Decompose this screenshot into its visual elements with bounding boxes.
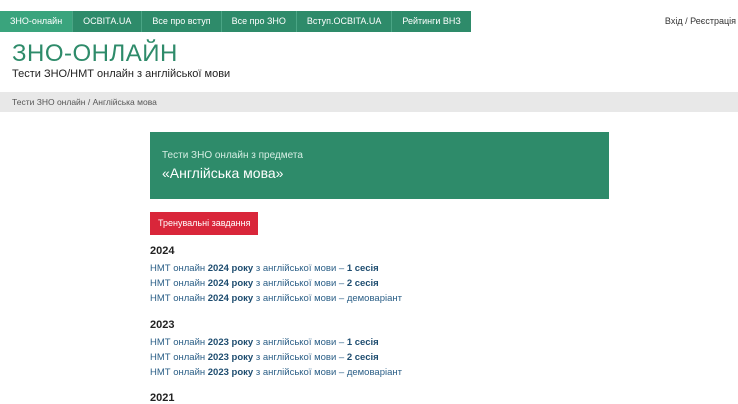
nav-item-vstup-osvita[interactable]: Вступ.OCBITA.UA [295, 11, 391, 32]
card-subject: «Англійська мова» [162, 165, 284, 181]
register-link[interactable]: Реєстрація [690, 16, 736, 26]
login-link[interactable]: Вхід [665, 16, 683, 26]
site-subtitle: Тести ЗНО/НМТ онлайн з англійської мови [12, 68, 231, 80]
subject-card: Тести ЗНО онлайн з предмета «Англійська … [150, 132, 609, 199]
nav-item-all-about-admission[interactable]: Все про вступ [141, 11, 220, 32]
breadcrumb: Тести ЗНО онлайн / Англійська мова [0, 92, 738, 112]
test-link-2024-demo[interactable]: НМТ онлайн 2024 року з англійської мови … [150, 291, 402, 306]
year-heading: 2021 [150, 392, 175, 404]
test-link-2024-session-1[interactable]: НМТ онлайн 2024 року з англійської мови … [150, 261, 402, 276]
training-tasks-button[interactable]: Тренувальні завдання [150, 212, 259, 235]
nav-item-osvita[interactable]: ОСВІТА.UA [72, 11, 141, 32]
test-link-2023-session-1[interactable]: НМТ онлайн 2023 року з англійської мови … [150, 335, 402, 350]
site-title[interactable]: ЗНО-ОНЛАЙН [12, 40, 178, 68]
year-section-2024: 2024 НМТ онлайн 2024 року з англійської … [150, 243, 402, 306]
test-link-2023-session-2[interactable]: НМТ онлайн 2023 року з англійської мови … [150, 350, 402, 365]
year-section-2023: 2023 НМТ онлайн 2023 року з англійської … [150, 317, 402, 380]
nav-item-zno-online[interactable]: ЗНО-онлайн [0, 11, 73, 32]
nav-item-university-ratings[interactable]: Рейтинги ВНЗ [391, 11, 471, 32]
year-heading: 2023 [150, 319, 175, 331]
auth-separator: / [685, 16, 688, 26]
auth-links: Вхід / Реєстрація [665, 11, 736, 32]
test-link-2024-session-2[interactable]: НМТ онлайн 2024 року з англійської мови … [150, 276, 402, 291]
page: ЗНО-онлайн ОСВІТА.UA Все про вступ Все п… [0, 0, 738, 404]
year-section-2021: 2021 [150, 390, 174, 404]
year-heading: 2024 [150, 245, 175, 257]
card-subtitle: Тести ЗНО онлайн з предмета [162, 150, 303, 161]
top-nav: ЗНО-онлайн ОСВІТА.UA Все про вступ Все п… [0, 11, 471, 32]
nav-item-all-about-zno[interactable]: Все про ЗНО [220, 11, 296, 32]
test-link-2023-demo[interactable]: НМТ онлайн 2023 року з англійської мови … [150, 365, 402, 380]
